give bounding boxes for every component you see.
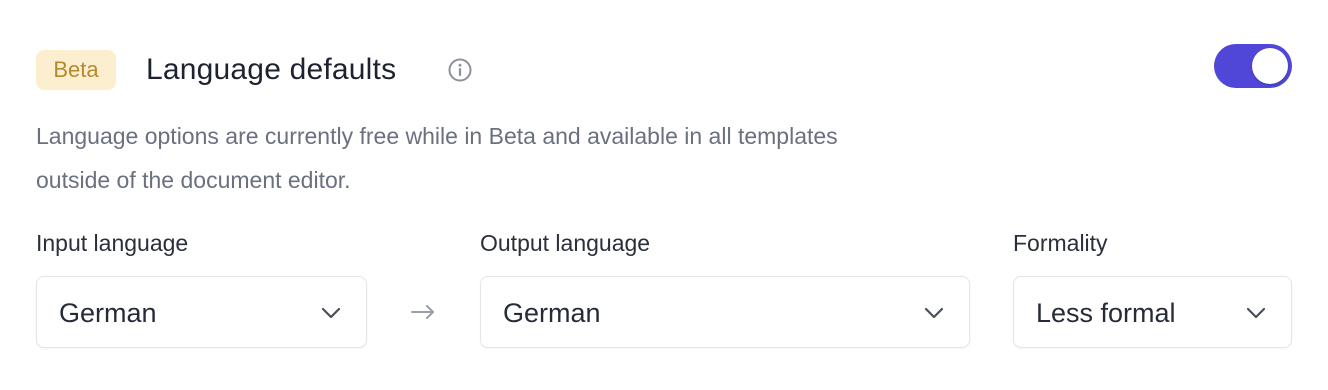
formality-value: Less formal (1036, 298, 1176, 328)
output-language-value: German (503, 298, 601, 328)
input-language-value: German (59, 298, 157, 328)
formality-label: Formality (1013, 230, 1108, 256)
toggle-knob (1252, 48, 1288, 84)
language-defaults-panel: Beta Language defaults Language options … (0, 0, 1328, 390)
output-language-label: Output language (480, 230, 651, 256)
info-icon[interactable] (447, 57, 473, 83)
beta-badge: Beta (36, 50, 116, 90)
chevron-down-icon (321, 307, 341, 319)
chevron-down-icon (924, 307, 944, 319)
language-defaults-toggle[interactable] (1214, 44, 1292, 88)
section-description: Language options are currently free whil… (36, 123, 838, 193)
output-language-select[interactable]: German (480, 276, 970, 348)
formality-select[interactable]: Less formal (1013, 276, 1292, 348)
arrow-right-icon (411, 305, 434, 319)
input-language-select[interactable]: German (36, 276, 367, 348)
chevron-down-icon (1246, 307, 1266, 319)
input-language-label: Input language (36, 230, 189, 256)
section-title: Language defaults (146, 53, 397, 86)
